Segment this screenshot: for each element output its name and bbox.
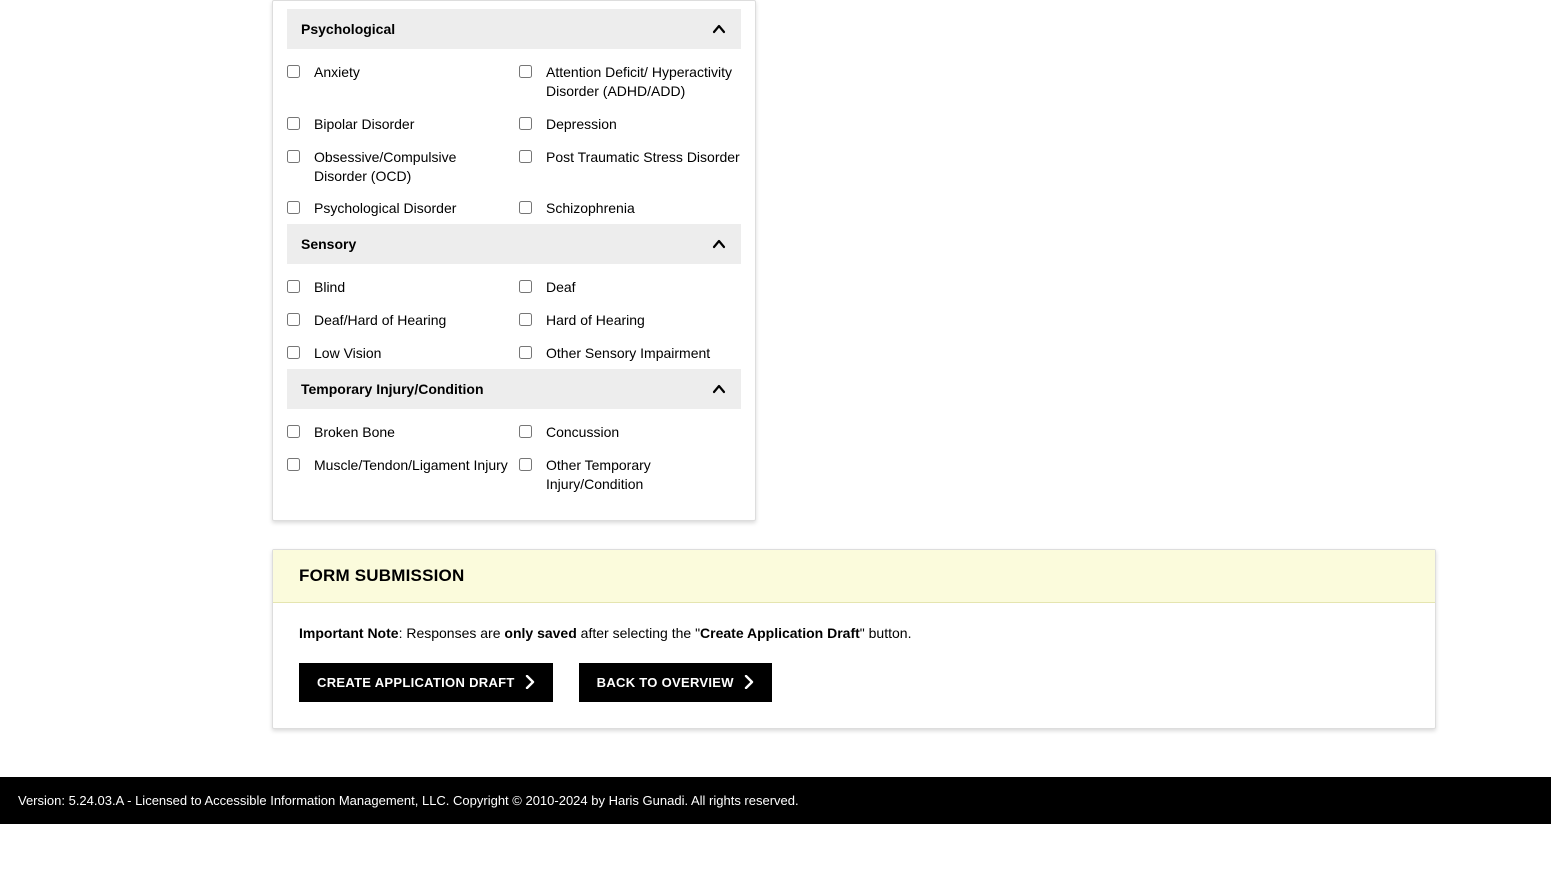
checkbox-item: Obsessive/Compulsive Disorder (OCD) — [287, 148, 509, 186]
checkbox-item: Deaf/Hard of Hearing — [287, 311, 509, 330]
disability-categories-card: Psychological Anxiety Attention Deficit/ H… — [272, 0, 756, 521]
section-body: Broken Bone Concussion Muscle/Tendon/Ligam… — [273, 409, 755, 500]
section-title: Psychological — [301, 21, 395, 37]
condition-label: Bipolar Disorder — [314, 115, 414, 134]
condition-label: Deaf — [546, 278, 576, 297]
condition-label: Muscle/Tendon/Ligament Injury — [314, 456, 508, 475]
checkbox-grid: Broken Bone Concussion Muscle/Tendon/Ligam… — [287, 423, 741, 494]
note-mid2: after selecting the " — [577, 625, 700, 641]
section-body: Anxiety Attention Deficit/ Hyperactivity … — [273, 49, 755, 224]
condition-label: Concussion — [546, 423, 619, 442]
checkbox-item: Schizophrenia — [519, 199, 741, 218]
chevron-up-icon — [711, 21, 727, 37]
back-overview-label: BACK TO OVERVIEW — [597, 675, 734, 690]
condition-label: Depression — [546, 115, 617, 134]
condition-label: Other Temporary Injury/Condition — [546, 456, 741, 494]
condition-label: Other Sensory Impairment — [546, 344, 710, 363]
condition-label: Post Traumatic Stress Disorder — [546, 148, 740, 167]
checkbox-item: Post Traumatic Stress Disorder — [519, 148, 741, 186]
submission-header: FORM SUBMISSION — [273, 550, 1435, 603]
note-bold1: only saved — [504, 625, 576, 641]
form-submission-card: FORM SUBMISSION Important Note: Response… — [272, 549, 1436, 729]
condition-label: Blind — [314, 278, 345, 297]
condition-checkbox[interactable] — [287, 313, 300, 326]
chevron-up-icon — [711, 236, 727, 252]
section-header[interactable]: Psychological — [287, 9, 741, 49]
note-suffix: " button. — [860, 625, 912, 641]
checkbox-item: Blind — [287, 278, 509, 297]
checkbox-item: Attention Deficit/ Hyperactivity Disorde… — [519, 63, 741, 101]
condition-checkbox[interactable] — [519, 65, 532, 78]
checkbox-item: Hard of Hearing — [519, 311, 741, 330]
checkbox-item: Bipolar Disorder — [287, 115, 509, 134]
checkbox-item: Low Vision — [287, 344, 509, 363]
checkbox-item: Other Temporary Injury/Condition — [519, 456, 741, 494]
condition-checkbox[interactable] — [287, 65, 300, 78]
condition-checkbox[interactable] — [519, 280, 532, 293]
submission-body: Important Note: Responses are only saved… — [273, 603, 1435, 728]
submission-note: Important Note: Responses are only saved… — [299, 625, 1409, 641]
checkbox-item: Depression — [519, 115, 741, 134]
checkbox-item: Concussion — [519, 423, 741, 442]
condition-checkbox[interactable] — [287, 458, 300, 471]
checkbox-item: Other Sensory Impairment — [519, 344, 741, 363]
footer: Version: 5.24.03.A - Licensed to Accessi… — [0, 777, 1551, 824]
condition-label: Deaf/Hard of Hearing — [314, 311, 446, 330]
condition-checkbox[interactable] — [287, 117, 300, 130]
condition-checkbox[interactable] — [287, 280, 300, 293]
condition-checkbox[interactable] — [519, 201, 532, 214]
condition-label: Attention Deficit/ Hyperactivity Disorde… — [546, 63, 741, 101]
condition-label: Obsessive/Compulsive Disorder (OCD) — [314, 148, 509, 186]
section-body: Blind Deaf Deaf/Hard of Hearing Hard of Hea… — [273, 264, 755, 369]
condition-checkbox[interactable] — [519, 346, 532, 359]
condition-checkbox[interactable] — [287, 150, 300, 163]
section-title: Sensory — [301, 236, 356, 252]
chevron-right-icon — [525, 675, 535, 689]
condition-checkbox[interactable] — [519, 117, 532, 130]
create-draft-button[interactable]: CREATE APPLICATION DRAFT — [299, 663, 553, 702]
button-row: CREATE APPLICATION DRAFT BACK TO OVERVIE… — [299, 663, 1409, 702]
note-prefix: Important Note — [299, 625, 399, 641]
section-header[interactable]: Temporary Injury/Condition — [287, 369, 741, 409]
back-overview-button[interactable]: BACK TO OVERVIEW — [579, 663, 772, 702]
condition-label: Anxiety — [314, 63, 360, 82]
section-header[interactable]: Sensory — [287, 224, 741, 264]
checkbox-item: Psychological Disorder — [287, 199, 509, 218]
checkbox-grid: Anxiety Attention Deficit/ Hyperactivity … — [287, 63, 741, 218]
condition-label: Schizophrenia — [546, 199, 635, 218]
create-draft-label: CREATE APPLICATION DRAFT — [317, 675, 515, 690]
condition-checkbox[interactable] — [287, 201, 300, 214]
chevron-up-icon — [711, 381, 727, 397]
note-bold2: Create Application Draft — [700, 625, 860, 641]
submission-title: FORM SUBMISSION — [299, 566, 1409, 586]
checkbox-item: Deaf — [519, 278, 741, 297]
condition-label: Hard of Hearing — [546, 311, 645, 330]
condition-label: Psychological Disorder — [314, 199, 456, 218]
condition-label: Low Vision — [314, 344, 381, 363]
chevron-right-icon — [744, 675, 754, 689]
checkbox-grid: Blind Deaf Deaf/Hard of Hearing Hard of Hea… — [287, 278, 741, 363]
condition-checkbox[interactable] — [519, 458, 532, 471]
footer-text: Version: 5.24.03.A - Licensed to Accessi… — [18, 793, 799, 808]
condition-label: Broken Bone — [314, 423, 395, 442]
checkbox-item: Anxiety — [287, 63, 509, 101]
condition-checkbox[interactable] — [519, 150, 532, 163]
note-mid1: : Responses are — [399, 625, 505, 641]
condition-checkbox[interactable] — [519, 313, 532, 326]
condition-checkbox[interactable] — [519, 425, 532, 438]
section-title: Temporary Injury/Condition — [301, 381, 484, 397]
condition-checkbox[interactable] — [287, 425, 300, 438]
condition-checkbox[interactable] — [287, 346, 300, 359]
checkbox-item: Muscle/Tendon/Ligament Injury — [287, 456, 509, 494]
checkbox-item: Broken Bone — [287, 423, 509, 442]
